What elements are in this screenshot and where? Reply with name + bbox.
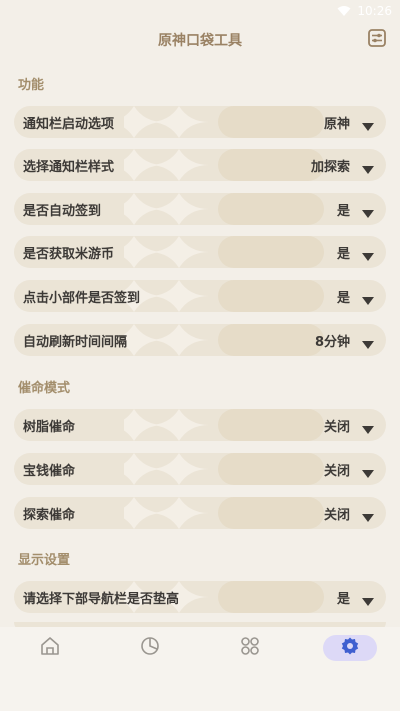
setting-value: 是 — [336, 591, 350, 607]
setting-row-coin-reminder[interactable]: 宝钱催命 关闭 — [14, 453, 386, 485]
row-pattern — [124, 453, 209, 485]
dropdown-arrow-icon — [362, 420, 374, 439]
row-block — [218, 453, 324, 485]
section-title-reminder-mode: 催命模式 — [18, 381, 71, 396]
setting-row-notification-launch[interactable]: 通知栏启动选项 原神 — [14, 106, 386, 138]
section-title-features: 功能 — [18, 78, 45, 93]
setting-label: 自动刷新时间间隔 — [23, 334, 128, 350]
row-block — [218, 324, 324, 356]
setting-value: 关闭 — [323, 463, 350, 479]
row-block — [218, 193, 324, 225]
row-block — [218, 106, 324, 138]
row-block — [218, 236, 324, 268]
row-pattern — [124, 409, 209, 441]
row-pattern — [124, 236, 209, 268]
setting-value: 是 — [336, 203, 350, 219]
setting-row-auto-sign-in[interactable]: 是否自动签到 是 — [14, 193, 386, 225]
row-block — [218, 497, 324, 529]
dropdown-arrow-icon — [362, 160, 374, 179]
nav-settings[interactable] — [323, 635, 377, 661]
status-time: 10:26 — [357, 4, 392, 18]
setting-label: 是否获取米游币 — [23, 246, 115, 262]
setting-label: 探索催命 — [23, 507, 76, 523]
setting-value: 关闭 — [323, 419, 350, 435]
dropdown-arrow-icon — [362, 592, 374, 611]
app-bar: 原神口袋工具 — [0, 22, 400, 58]
nav-statistics[interactable] — [123, 635, 177, 661]
setting-value: 加探索 — [310, 159, 350, 175]
setting-value: 是 — [336, 290, 350, 306]
dropdown-arrow-icon — [362, 291, 374, 310]
row-block — [218, 409, 324, 441]
setting-row-resin-reminder[interactable]: 树脂催命 关闭 — [14, 409, 386, 441]
app-title: 原神口袋工具 — [158, 33, 242, 49]
setting-label: 选择通知栏样式 — [23, 159, 115, 175]
dropdown-arrow-icon — [362, 204, 374, 223]
setting-row-notification-style[interactable]: 选择通知栏样式 加探索 — [14, 149, 386, 181]
row-pattern — [124, 193, 209, 225]
home-icon — [39, 635, 61, 661]
dropdown-arrow-icon — [362, 335, 374, 354]
dropdown-arrow-icon — [362, 247, 374, 266]
row-pattern — [124, 149, 209, 181]
setting-value: 原神 — [323, 116, 350, 132]
wifi-icon — [337, 5, 351, 17]
tune-icon — [367, 28, 387, 52]
bottom-nav — [0, 627, 400, 711]
setting-label: 宝钱催命 — [23, 463, 76, 479]
row-pattern — [124, 106, 209, 138]
setting-label: 请选择下部导航栏是否垫高 — [23, 591, 180, 607]
tune-button[interactable] — [366, 29, 388, 51]
nav-home[interactable] — [23, 635, 77, 661]
gear-icon — [340, 636, 360, 660]
setting-value: 是 — [336, 246, 350, 262]
setting-value: 关闭 — [323, 507, 350, 523]
status-bar: 10:26 — [0, 0, 400, 22]
setting-row-nav-padding[interactable]: 请选择下部导航栏是否垫高 是 — [14, 581, 386, 613]
row-block — [218, 149, 324, 181]
pie-chart-icon — [139, 635, 161, 661]
setting-label: 通知栏启动选项 — [23, 116, 115, 132]
setting-label: 是否自动签到 — [23, 203, 102, 219]
setting-label: 点击小部件是否签到 — [23, 290, 141, 306]
setting-row-get-coins[interactable]: 是否获取米游币 是 — [14, 236, 386, 268]
dropdown-arrow-icon — [362, 508, 374, 527]
screen: 10:26 原神口袋工具 功能 通知栏启动选项 原神 选择通知栏样式 加探索 是… — [0, 0, 400, 711]
row-block — [218, 581, 324, 613]
nav-widgets[interactable] — [223, 635, 277, 661]
row-block — [218, 280, 324, 312]
setting-row-refresh-interval[interactable]: 自动刷新时间间隔 8分钟 — [14, 324, 386, 356]
setting-label: 树脂催命 — [23, 419, 76, 435]
section-title-display-settings: 显示设置 — [18, 553, 71, 568]
setting-row-widget-sign-in[interactable]: 点击小部件是否签到 是 — [14, 280, 386, 312]
setting-row-explore-reminder[interactable]: 探索催命 关闭 — [14, 497, 386, 529]
dropdown-arrow-icon — [362, 117, 374, 136]
setting-value: 8分钟 — [314, 334, 350, 350]
row-pattern — [124, 324, 209, 356]
row-pattern — [124, 497, 209, 529]
dropdown-arrow-icon — [362, 464, 374, 483]
grid-icon — [239, 635, 261, 661]
